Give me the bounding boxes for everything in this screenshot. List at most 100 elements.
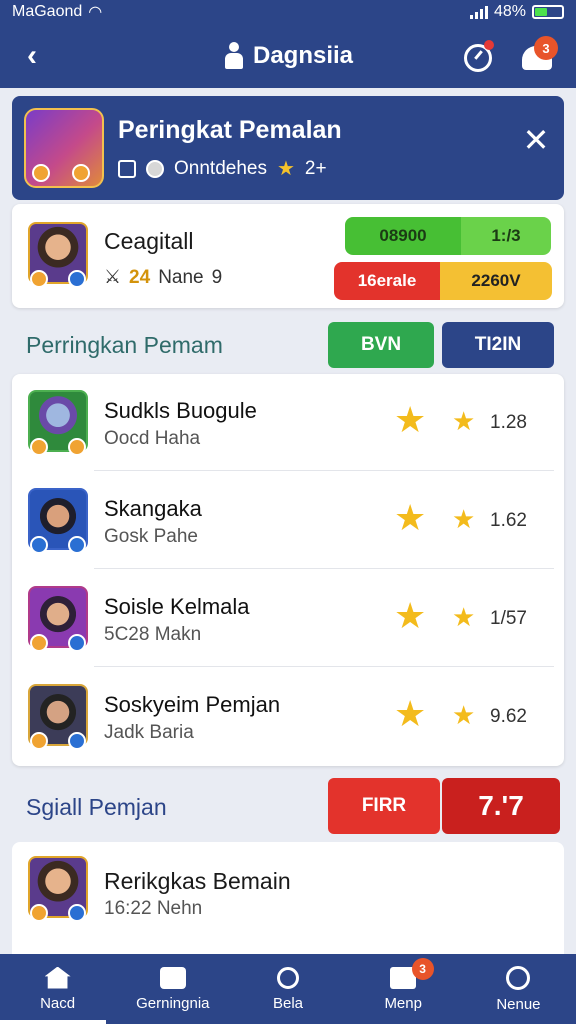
ranking-meta: Onntdehes ★ 2+ — [118, 156, 327, 181]
app-title: Dagnsiia — [223, 42, 353, 70]
alert-dot — [484, 40, 494, 50]
battery-percent: 48% — [493, 3, 526, 20]
player-card[interactable]: Ceagitall ⚔ 24 Nane 9 08900 1:/3 16erale… — [12, 204, 564, 308]
star-icon: ★ — [394, 399, 427, 440]
coin-icon — [68, 438, 86, 456]
nav-label: Bela — [272, 994, 304, 1012]
signal-icon — [469, 5, 488, 19]
coin-icon — [30, 270, 48, 288]
list-item[interactable]: Soisle Kelmala 5C28 Makn ★ ★ 1/57 — [12, 570, 564, 668]
player-meta-suffix: 9 — [211, 266, 223, 288]
timer-button[interactable] — [462, 40, 496, 74]
app-title-text: Dagnsiia — [252, 42, 354, 69]
sword-icon: ⚔ — [104, 267, 122, 288]
star-icon: ★ — [452, 406, 476, 436]
nav-item-search[interactable]: Bela — [230, 954, 345, 1024]
notification-badge: 3 — [534, 36, 558, 60]
home-icon — [44, 966, 71, 989]
profile-icon — [506, 965, 531, 990]
coin-icon — [68, 732, 86, 750]
ranking-stars: 2+ — [304, 157, 327, 179]
notifications-button[interactable]: 3 — [518, 36, 560, 76]
filter-button-left[interactable]: BVN — [328, 322, 434, 368]
player-subtitle: Jadk Baria — [104, 722, 194, 743]
player-meta-text: Nane — [158, 266, 204, 288]
player-name: Ceagitall — [104, 228, 194, 254]
star-icon: ★ — [394, 595, 427, 636]
list-item[interactable]: Sudkls Buogule Oocd Haha ★ ★ 1.28 — [12, 374, 564, 472]
coin-icon — [30, 634, 48, 652]
status-bar: MaGaond ◠ 48% — [0, 0, 576, 24]
stat-gold: 08900 — [345, 217, 461, 255]
back-button[interactable]: ‹ — [14, 38, 50, 74]
player-score: 1.62 — [490, 510, 527, 531]
stat-points: 2260V — [440, 262, 552, 300]
player-name: Skangaka — [104, 496, 202, 521]
active-indicator — [0, 1020, 106, 1024]
social-player-card[interactable]: Rerikgkas Bemain 16:22 Nehn — [12, 842, 564, 954]
coin-icon — [30, 438, 48, 456]
player-name: Sudkls Buogule — [104, 398, 257, 423]
star-icon: ★ — [394, 693, 427, 734]
star-icon: ★ — [276, 158, 295, 180]
close-button[interactable]: ✕ — [518, 122, 554, 158]
person-icon — [223, 42, 245, 70]
filter-button-right[interactable]: TI2IN — [442, 322, 554, 368]
ranking-header-card: Peringkat Pemalan Onntdehes ★ 2+ ✕ — [12, 96, 564, 200]
nav-item-profile[interactable]: Nenue — [461, 954, 576, 1024]
nav-label: Gerningnia — [136, 994, 210, 1012]
player-subtitle: 5C28 Makn — [104, 624, 202, 645]
ranking-subtitle: Onntdehes — [174, 157, 267, 179]
section-title-ranking: Perringkan Pemam — [26, 332, 223, 358]
player-subtitle: Oocd Haha — [104, 428, 201, 449]
player-score: 1/57 — [490, 608, 527, 629]
edit-icon[interactable] — [118, 159, 136, 178]
star-icon: ★ — [452, 504, 476, 534]
player-score: 1.28 — [490, 412, 527, 433]
nav-label: Nenue — [496, 995, 541, 1013]
ranking-list: Sudkls Buogule Oocd Haha ★ ★ 1.28 Skanga… — [12, 374, 564, 766]
player-subtitle: Gosk Pahe — [104, 526, 198, 547]
player-subtitle: 16:22 Nehn — [104, 898, 203, 919]
divider — [94, 666, 554, 667]
nav-label: Menp — [384, 994, 422, 1012]
inbox-badge: 3 — [411, 958, 434, 980]
nav-label: Nacd — [40, 994, 76, 1012]
list-item[interactable]: Soskyeim Pemjan Jadk Baria ★ ★ 9.62 — [12, 668, 564, 766]
coin-icon — [68, 904, 86, 922]
star-icon: ★ — [452, 602, 476, 632]
coin-icon — [72, 164, 90, 182]
user-icon — [146, 159, 164, 178]
nav-item-inbox[interactable]: Menp 3 — [346, 954, 461, 1024]
player-meta: ⚔ 24 Nane 9 — [104, 266, 222, 289]
search-icon — [277, 966, 299, 989]
coin-icon — [68, 270, 86, 288]
coin-icon — [30, 536, 48, 554]
player-score: 9.62 — [490, 706, 527, 727]
app-bar: ‹ Dagnsiia 3 — [0, 24, 576, 88]
coin-icon — [30, 904, 48, 922]
list-item[interactable]: Skangaka Gosk Pahe ★ ★ 1.62 — [12, 472, 564, 570]
divider — [94, 568, 554, 569]
back-arrow-icon: ‹ — [27, 39, 37, 72]
stats-pill-bottom: 16erale 2260V — [334, 262, 552, 300]
coin-icon — [32, 164, 50, 182]
nav-item-camera[interactable]: Gerningnia — [115, 954, 230, 1024]
player-name: Soisle Kelmala — [104, 594, 250, 619]
bottom-nav: Nacd Gerningnia Bela Menp 3 Nenue — [0, 954, 576, 1024]
coin-icon — [68, 634, 86, 652]
filter-button-left[interactable]: FIRR — [328, 778, 440, 834]
carrier-label: MaGaond — [12, 3, 83, 20]
camera-icon — [159, 966, 186, 989]
player-name: Soskyeim Pemjan — [104, 692, 281, 717]
player-level: 24 — [129, 266, 151, 288]
ranking-title: Peringkat Pemalan — [118, 116, 342, 144]
stats-pill-top: 08900 1:/3 — [345, 217, 551, 255]
nav-item-home[interactable]: Nacd — [0, 954, 115, 1024]
stat-rank: 16erale — [334, 262, 440, 300]
coin-icon — [30, 732, 48, 750]
wifi-icon: ◠ — [88, 4, 103, 21]
star-icon: ★ — [394, 497, 427, 538]
filter-button-right[interactable]: 7.'7 — [442, 778, 560, 834]
section-title-social: Sgiall Pemjan — [26, 794, 167, 820]
